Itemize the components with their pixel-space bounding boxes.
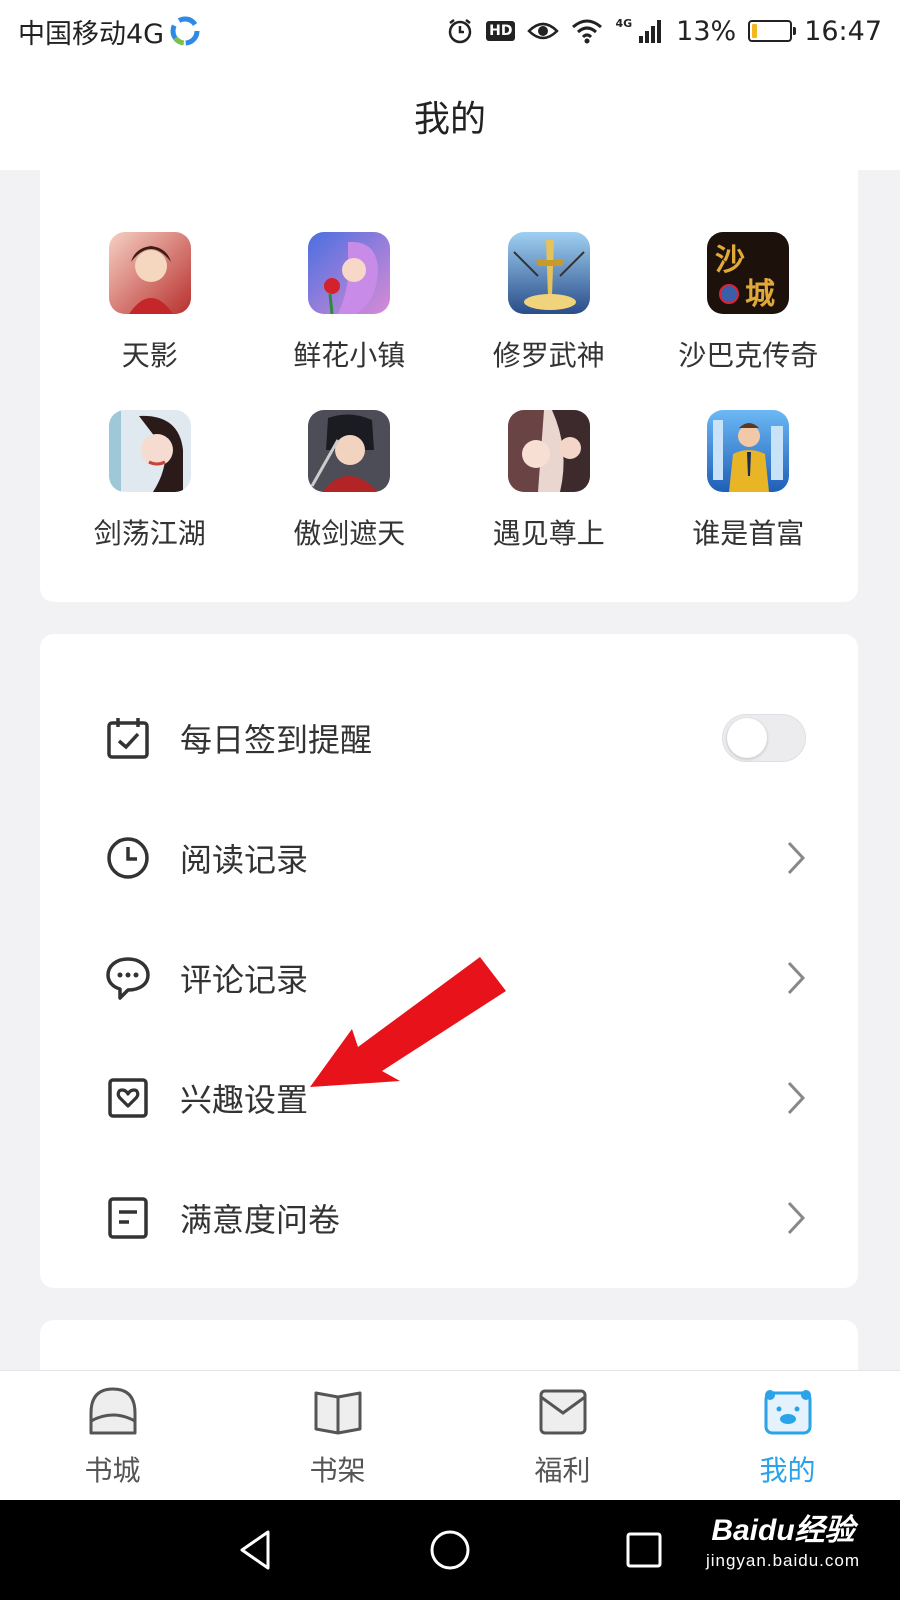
- chevron-right-icon: [784, 958, 808, 998]
- bookstore-icon: [89, 1387, 136, 1434]
- game-item[interactable]: 谁是首富: [649, 410, 849, 552]
- game-name: 谁是首富: [692, 517, 805, 550]
- baidu-jingyan-watermark: Baidu经验 jingyan.baidu.com: [706, 1505, 860, 1571]
- menu-label: 评论记录: [180, 961, 309, 999]
- menu-label: 每日签到提醒: [180, 721, 373, 759]
- recent-apps-icon[interactable]: [622, 1528, 666, 1572]
- welfare-icon: [539, 1389, 586, 1434]
- game-name: 鲜花小镇: [293, 339, 406, 372]
- watermark-url: jingyan.baidu.com: [705, 1551, 860, 1570]
- game-yujian-icon[interactable]: [507, 410, 590, 492]
- bear-face-icon: [764, 1389, 811, 1434]
- menu-item-checkin-reminder[interactable]: 每日签到提醒: [40, 678, 858, 798]
- checkin-reminder-toggle[interactable]: [722, 714, 806, 762]
- red-arrow-annotation: [300, 955, 520, 1105]
- game-item[interactable]: 遇见尊上: [449, 410, 649, 552]
- menu-item-reading-history[interactable]: 阅读记录: [40, 798, 858, 918]
- game-name: 沙巴克传奇: [678, 339, 819, 372]
- recommended-games-card: 天影 鲜花小镇 修罗武神 沙城 沙巴克传奇 剑荡江湖 傲剑遮天 遇见尊上 谁是首…: [40, 170, 858, 602]
- game-item[interactable]: 天影: [50, 232, 250, 374]
- carrier-label: 中国移动4G: [18, 18, 165, 50]
- nav-tab-welfare[interactable]: 福利: [450, 1371, 675, 1500]
- nav-label: 书架: [309, 1453, 366, 1487]
- svg-text:沙: 沙: [715, 243, 745, 278]
- page-header: 我的: [0, 62, 900, 170]
- back-icon[interactable]: [234, 1528, 278, 1572]
- signal-icon: [638, 18, 664, 44]
- game-item[interactable]: 傲剑遮天: [250, 410, 450, 552]
- nav-tab-bookshelf[interactable]: 书架: [225, 1371, 450, 1500]
- eye-icon: [527, 19, 560, 43]
- status-bar: 中国移动4G HD 4G 13% 16:47: [0, 0, 900, 62]
- nav-label: 我的: [759, 1453, 816, 1487]
- page-title: 我的: [413, 99, 486, 140]
- chevron-right-icon: [784, 838, 808, 878]
- calendar-check-icon: [104, 714, 152, 762]
- nav-label: 福利: [534, 1453, 591, 1487]
- game-shoufu-icon[interactable]: [707, 410, 790, 492]
- toggle-knob: [727, 718, 767, 758]
- game-name: 修罗武神: [492, 339, 605, 372]
- watermark-brand: Baidu经验: [711, 1514, 855, 1547]
- game-shabake-icon[interactable]: 沙城: [707, 232, 790, 314]
- battery-percent: 13%: [676, 15, 737, 47]
- chevron-right-icon: [784, 1078, 808, 1118]
- game-jiandang-icon[interactable]: [108, 410, 191, 492]
- network-type: 4G: [615, 16, 633, 30]
- nav-tab-mine[interactable]: 我的: [675, 1371, 900, 1500]
- nav-label: 书城: [84, 1453, 141, 1487]
- game-name: 剑荡江湖: [93, 517, 206, 550]
- carrier-logo-icon: [170, 16, 200, 46]
- battery-icon: [748, 20, 797, 42]
- bottom-nav: 书城 书架 福利 我的: [0, 1370, 900, 1500]
- game-aojian-icon[interactable]: [308, 410, 391, 492]
- game-item[interactable]: 修罗武神: [449, 232, 649, 374]
- document-icon: [104, 1194, 152, 1242]
- chevron-right-icon: [784, 1198, 808, 1238]
- game-xiuluo-icon[interactable]: [507, 232, 590, 314]
- alarm-icon: [446, 17, 474, 45]
- chat-bubble-icon: [104, 954, 152, 1002]
- nav-tab-bookstore[interactable]: 书城: [0, 1371, 225, 1500]
- svg-text:城: 城: [745, 277, 775, 312]
- home-icon[interactable]: [428, 1528, 472, 1572]
- game-xianhua-icon[interactable]: [308, 232, 391, 314]
- game-name: 天影: [121, 339, 178, 372]
- game-name: 傲剑遮天: [293, 517, 406, 550]
- menu-item-satisfaction-survey[interactable]: 满意度问卷: [40, 1158, 858, 1278]
- wifi-icon: [571, 18, 603, 44]
- clock: 16:47: [804, 15, 882, 47]
- menu-label: 满意度问卷: [180, 1201, 341, 1239]
- bookshelf-icon: [314, 1391, 361, 1434]
- hd-badge: HD: [486, 21, 516, 41]
- game-name: 遇见尊上: [492, 517, 605, 550]
- menu-label: 兴趣设置: [180, 1081, 309, 1119]
- game-tianying-icon[interactable]: [108, 232, 191, 314]
- heart-square-icon: [104, 1074, 152, 1122]
- game-item[interactable]: 鲜花小镇: [250, 232, 450, 374]
- game-grid: 天影 鲜花小镇 修罗武神 沙城 沙巴克传奇 剑荡江湖 傲剑遮天 遇见尊上 谁是首…: [50, 232, 848, 552]
- clock-icon: [104, 834, 152, 882]
- game-item[interactable]: 剑荡江湖: [50, 410, 250, 552]
- game-item[interactable]: 沙城 沙巴克传奇: [649, 232, 849, 374]
- menu-label: 阅读记录: [180, 841, 309, 879]
